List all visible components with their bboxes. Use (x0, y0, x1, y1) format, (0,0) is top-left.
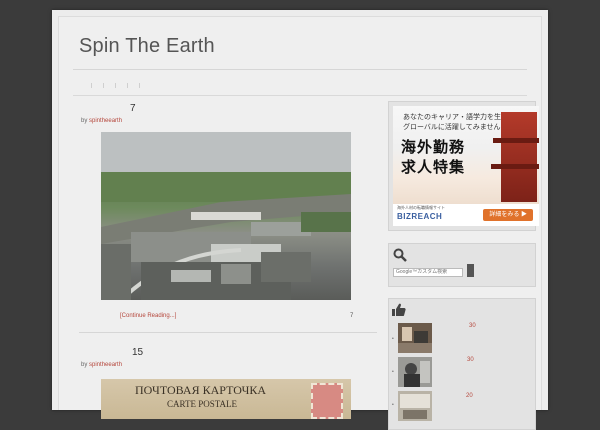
byline-prefix: by (81, 362, 88, 368)
post-title[interactable]: 15 (132, 347, 143, 358)
thumbs-up-icon (392, 303, 406, 316)
view-count: 20 (466, 393, 473, 399)
author-link[interactable]: spintheearth (89, 118, 122, 124)
post-divider (79, 332, 377, 333)
list-bullet: • (392, 402, 394, 408)
ad-footer-text: 海外人材の転職情報サイト (397, 205, 445, 210)
popular-post-thumbnail[interactable] (398, 357, 432, 387)
ad-text-line2: グローバルに活躍してみませんか? (403, 124, 512, 131)
nav-item[interactable] (103, 83, 104, 88)
comment-count[interactable]: 7 (350, 313, 353, 319)
nav-item[interactable] (139, 83, 140, 88)
popular-post-thumbnail[interactable] (398, 323, 432, 353)
page-container: Spin The Earth 7 by spintheearth [Contin… (52, 10, 548, 430)
list-bullet: • (392, 369, 394, 375)
postcard-text: ПОЧТОВАЯ КАРТОЧКА (135, 383, 267, 397)
popular-post-thumbnail[interactable] (398, 391, 432, 421)
postcard-subtext: CARTE POSTALE (167, 399, 237, 409)
post-title[interactable]: 7 (130, 103, 136, 114)
ad-headline-2: 求人特集 (401, 159, 466, 176)
search-input[interactable] (393, 268, 463, 277)
author-link[interactable]: spintheearth (89, 362, 122, 368)
nav-item[interactable] (91, 83, 92, 88)
title-divider (73, 69, 527, 70)
pagoda-illustration (491, 112, 539, 202)
continue-reading-link[interactable]: [Continue Reading...] (120, 313, 176, 319)
view-count: 30 (467, 357, 474, 363)
ad-text-line1: あなたのキャリア・語学力を生かし (403, 114, 515, 121)
postage-stamp (311, 383, 343, 419)
nav-item[interactable] (115, 83, 116, 88)
search-widget (388, 243, 536, 287)
list-bullet: • (392, 336, 394, 342)
byline-prefix: by (81, 118, 88, 124)
ad-widget: あなたのキャリア・語学力を生かし グローバルに活躍してみませんか? 海外勤務 求… (388, 101, 539, 231)
nav-bar (73, 73, 527, 96)
view-count: 30 (469, 323, 476, 329)
ad-headline-1: 海外勤務 (401, 139, 466, 156)
ad-banner[interactable]: あなたのキャリア・語学力を生かし グローバルに活躍してみませんか? 海外勤務 求… (393, 106, 539, 226)
search-icon (393, 248, 407, 262)
content-area: Spin The Earth 7 by spintheearth [Contin… (58, 16, 542, 430)
ad-details-button[interactable]: 詳細をみる ▶ (483, 209, 533, 221)
popular-posts-widget: • 30 • 30 • 20 (388, 298, 536, 430)
ad-footer: 海外人材の転職情報サイト BIZREACH 詳細をみる ▶ (393, 204, 539, 226)
airport-aerial-photo (101, 132, 351, 300)
ad-brand-logo: BIZREACH (397, 212, 443, 221)
site-title[interactable]: Spin The Earth (79, 35, 215, 58)
post-byline: by spintheearth (81, 118, 122, 124)
search-button[interactable] (467, 264, 474, 277)
post-image-postcard[interactable]: ПОЧТОВАЯ КАРТОЧКА CARTE POSTALE (101, 379, 351, 419)
post-byline: by spintheearth (81, 362, 122, 368)
nav-item[interactable] (127, 83, 128, 88)
post-image-airport[interactable] (101, 132, 351, 300)
